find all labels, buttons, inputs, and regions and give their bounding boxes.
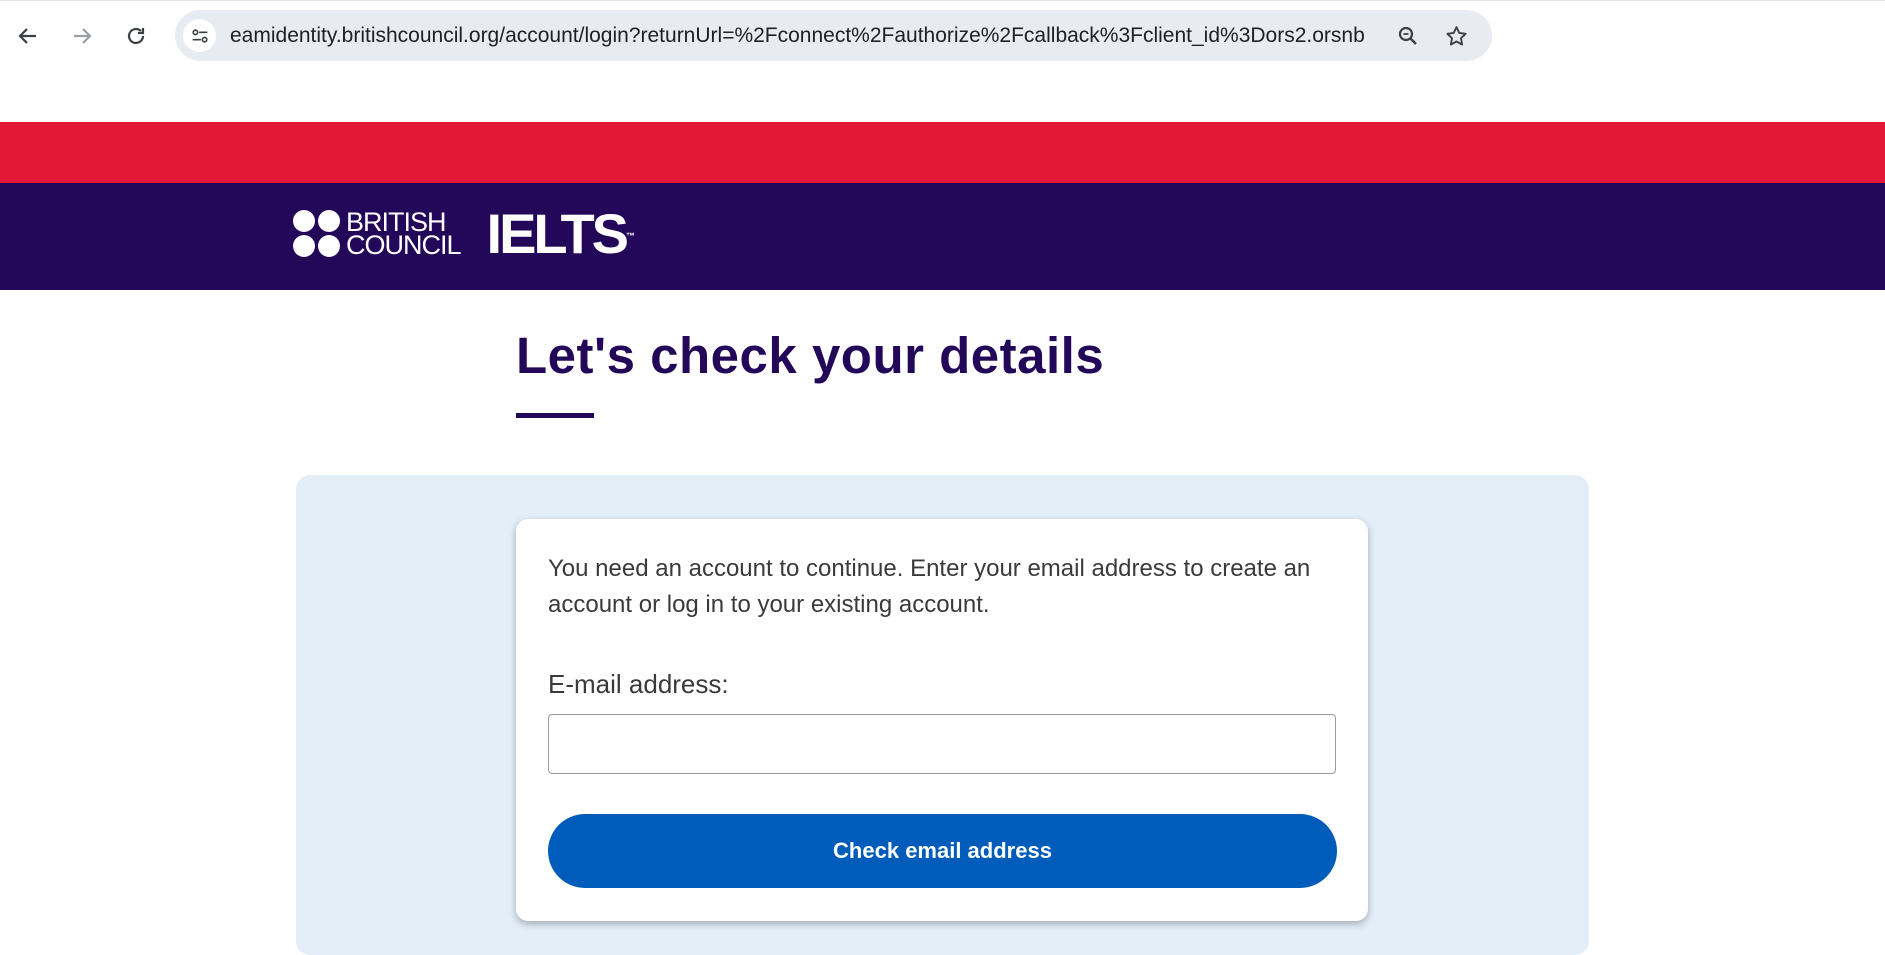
forward-button[interactable] — [62, 16, 102, 56]
reload-button[interactable] — [116, 16, 156, 56]
back-arrow-icon — [18, 28, 36, 44]
site-info-button[interactable] — [183, 19, 216, 52]
zoom-icon — [1398, 26, 1417, 45]
browser-toolbar: eamidentity.britishcouncil.org/account/l… — [0, 0, 1885, 122]
ielts-wordmark: IELTS ™ — [487, 206, 636, 262]
intro-text: You need an account to continue. Enter y… — [548, 555, 1311, 618]
toolbar-divider — [0, 0, 1885, 1]
reload-icon — [127, 27, 145, 45]
bookmark-star-icon — [1445, 25, 1467, 45]
title-underline — [516, 413, 594, 418]
zoom-button[interactable] — [1394, 22, 1422, 50]
british-council-dots-icon — [293, 210, 341, 258]
address-bar[interactable]: eamidentity.britishcouncil.org/account/l… — [175, 10, 1492, 61]
ielts-text: IELTS — [486, 202, 630, 265]
trademark-symbol: ™ — [626, 231, 636, 241]
page-title: Let's check your details — [516, 327, 1105, 384]
wordmark-line-2: COUNCIL — [346, 230, 462, 260]
forward-arrow-icon — [74, 28, 92, 44]
bookmark-button[interactable] — [1442, 22, 1470, 50]
british-council-ielts-logo[interactable]: BRITISH COUNCIL IELTS ™ — [293, 206, 636, 262]
check-email-button[interactable]: Check email address — [548, 814, 1337, 888]
login-card: You need an account to continue. Enter y… — [516, 519, 1368, 921]
site-info-icon — [191, 28, 208, 43]
british-council-wordmark: BRITISH COUNCIL — [346, 209, 462, 260]
site-header — [0, 183, 1885, 290]
email-field[interactable] — [548, 714, 1336, 774]
url-text[interactable]: eamidentity.britishcouncil.org/account/l… — [230, 24, 1365, 48]
email-label: E-mail address: — [548, 669, 729, 699]
brand-red-band — [0, 122, 1885, 183]
back-button[interactable] — [8, 16, 48, 56]
